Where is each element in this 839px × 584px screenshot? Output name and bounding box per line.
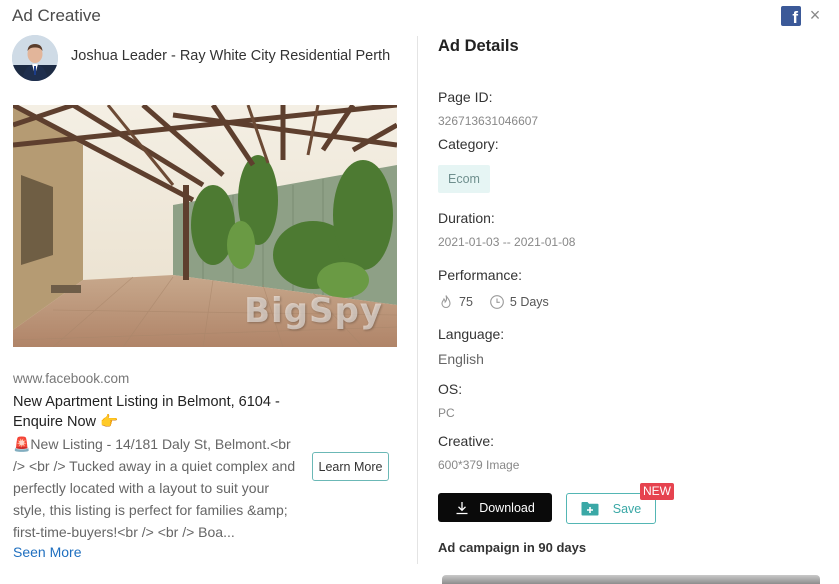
ad-body-text: 🚨New Listing - 14/181 Daly St, Belmont.<…	[13, 436, 296, 540]
ad-details-heading: Ad Details	[438, 37, 519, 55]
download-button[interactable]: Download	[438, 493, 552, 522]
performance-days: 5 Days	[509, 295, 549, 309]
category-tag: Ecom	[438, 165, 490, 193]
category-label: Category:	[438, 136, 499, 152]
close-icon[interactable]: ×	[807, 5, 823, 25]
ad-domain: www.facebook.com	[13, 371, 130, 386]
new-badge: NEW	[640, 483, 674, 500]
advertiser-name[interactable]: Joshua Leader - Ray White City Residenti…	[71, 48, 390, 64]
creative-label: Creative:	[438, 433, 495, 449]
flame-icon	[438, 294, 454, 310]
folder-add-icon	[581, 501, 599, 516]
performance-likes: 75	[459, 295, 473, 309]
creative-spec-value: 600*379 Image	[438, 458, 520, 472]
watermark-text: BigSpy	[244, 291, 383, 331]
download-label: Download	[479, 500, 535, 515]
learn-more-button[interactable]: Learn More	[312, 452, 389, 481]
download-icon	[455, 501, 469, 515]
ad-title: New Apartment Listing in Belmont, 6104 -…	[13, 394, 280, 430]
column-divider	[417, 36, 418, 564]
language-label: Language:	[438, 326, 505, 342]
performance-label: Performance:	[438, 267, 523, 283]
duration-value: 2021-01-03 -- 2021-01-08	[438, 235, 576, 249]
facebook-icon: f	[781, 6, 801, 26]
campaign-heading: Ad campaign in 90 days	[438, 540, 587, 555]
page-id-value: 326713631046607	[438, 114, 539, 128]
os-label: OS:	[438, 381, 463, 397]
os-value: PC	[438, 406, 455, 420]
campaign-chart-preview	[442, 575, 820, 584]
clock-icon	[489, 294, 505, 310]
seen-more-link[interactable]: Seen More	[13, 544, 81, 560]
language-value: English	[438, 351, 484, 367]
duration-label: Duration:	[438, 210, 495, 226]
save-label: Save	[612, 501, 642, 516]
performance-row: 75 5 Days	[438, 293, 549, 311]
page-id-label: Page ID:	[438, 89, 493, 105]
modal-title: Ad Creative	[12, 6, 101, 25]
creative-image[interactable]: BigSpy	[13, 105, 397, 347]
avatar[interactable]	[12, 35, 58, 81]
